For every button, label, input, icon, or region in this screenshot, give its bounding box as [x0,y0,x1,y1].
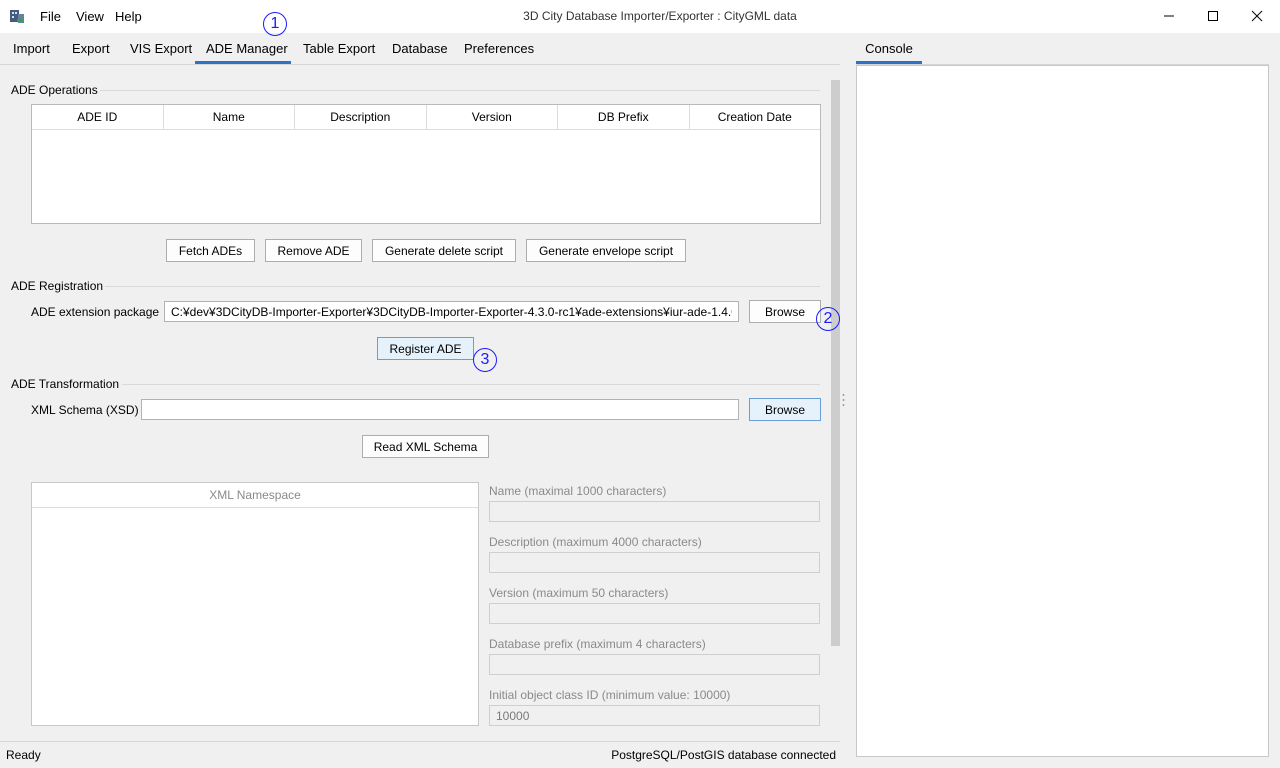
ade-extension-package-input[interactable] [164,301,739,322]
ade-table-header: ADE ID Name Description Version DB Prefi… [32,105,820,130]
annotation-marker-3: 3 [473,348,497,372]
xml-schema-label: XML Schema (XSD) [31,403,139,417]
browse-package-button[interactable]: Browse [749,300,821,323]
vertical-scrollbar[interactable] [831,80,840,646]
maximize-icon [1208,11,1218,21]
menu-help[interactable]: Help [115,9,142,24]
tab-import[interactable]: Import [2,38,61,64]
menu-view[interactable]: View [76,9,104,24]
section-divider [100,90,820,91]
section-divider [122,384,820,385]
close-icon [1251,10,1263,22]
close-button[interactable] [1234,0,1280,32]
read-xml-schema-button[interactable]: Read XML Schema [362,435,489,458]
app-icon [9,8,25,24]
browse-schema-button[interactable]: Browse [749,398,821,421]
title-bar: File View Help 3D City Database Importer… [0,0,1280,33]
ade-version-input[interactable] [489,603,820,624]
ade-description-input[interactable] [489,552,820,573]
xml-namespace-header: XML Namespace [32,483,478,508]
fetch-ades-button[interactable]: Fetch ADEs [166,239,255,262]
generate-delete-script-button[interactable]: Generate delete script [372,239,516,262]
tab-preferences[interactable]: Preferences [453,38,545,64]
ade-description-label: Description (maximum 4000 characters) [489,535,702,549]
annotation-marker-1: 1 [263,12,287,36]
minimize-button[interactable] [1146,0,1192,32]
database-prefix-label: Database prefix (maximum 4 characters) [489,637,706,651]
ade-name-label: Name (maximal 1000 characters) [489,484,667,498]
generate-envelope-script-button[interactable]: Generate envelope script [526,239,686,262]
console-output[interactable] [856,65,1269,757]
initial-class-id-label: Initial object class ID (minimum value: … [489,688,731,702]
xml-namespace-list[interactable]: XML Namespace [31,482,479,726]
ade-table[interactable]: ADE ID Name Description Version DB Prefi… [31,104,821,224]
drag-dots-icon [842,394,845,406]
section-ade-transformation-title: ADE Transformation [11,377,120,391]
tab-export[interactable]: Export [61,38,121,64]
status-text: Ready [6,748,41,762]
register-ade-button[interactable]: Register ADE [377,337,474,360]
tab-strip-divider [0,64,840,65]
ade-extension-package-label: ADE extension package [31,305,160,319]
column-header-ade-id[interactable]: ADE ID [32,105,164,129]
section-ade-registration-title: ADE Registration [11,279,104,293]
window-title: 3D City Database Importer/Exporter : Cit… [523,9,797,23]
remove-ade-button[interactable]: Remove ADE [265,239,362,262]
column-header-creation-date[interactable]: Creation Date [690,105,821,129]
column-header-description[interactable]: Description [295,105,427,129]
splitter-handle[interactable] [842,392,845,408]
section-divider [105,286,820,287]
tab-console[interactable]: Console [856,38,922,64]
tab-ade-manager[interactable]: ADE Manager [195,38,291,64]
status-bar-divider [0,741,840,742]
initial-class-id-input[interactable] [489,705,820,726]
tab-vis-export[interactable]: VIS Export [119,38,203,64]
database-connection-status: PostgreSQL/PostGIS database connected [611,748,836,762]
xml-schema-input[interactable] [141,399,739,420]
column-header-name[interactable]: Name [164,105,295,129]
maximize-button[interactable] [1190,0,1236,32]
column-header-version[interactable]: Version [427,105,558,129]
ade-name-input[interactable] [489,501,820,522]
tab-database[interactable]: Database [381,38,459,64]
menu-file[interactable]: File [40,9,61,24]
database-prefix-input[interactable] [489,654,820,675]
section-ade-operations-title: ADE Operations [11,83,98,97]
tab-table-export[interactable]: Table Export [292,38,386,64]
annotation-marker-2: 2 [816,307,840,331]
ade-version-label: Version (maximum 50 characters) [489,586,669,600]
column-header-db-prefix[interactable]: DB Prefix [558,105,690,129]
minimize-icon [1164,15,1174,17]
